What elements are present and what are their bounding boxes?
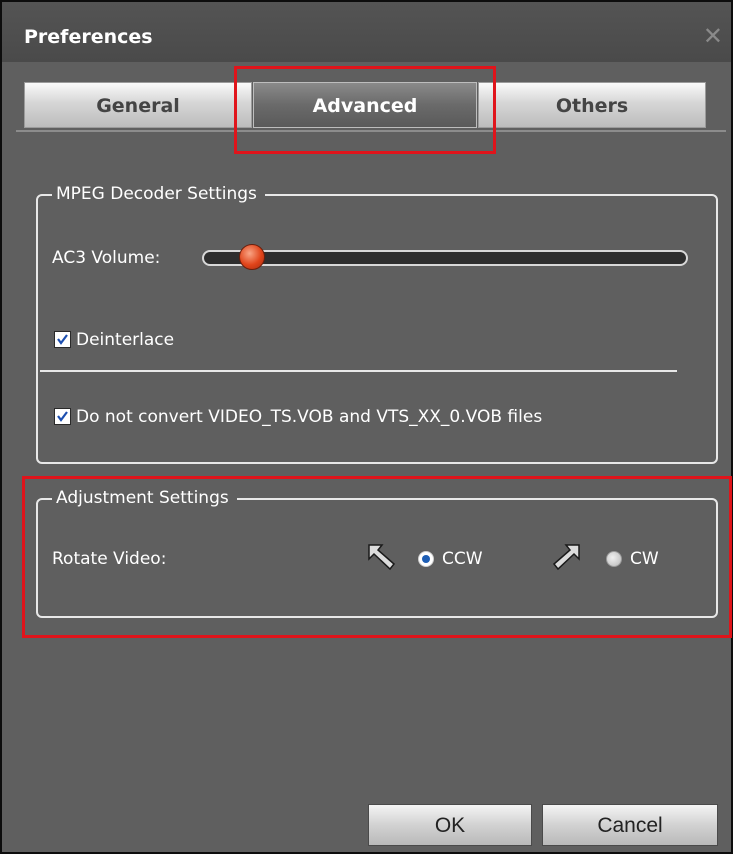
do-not-convert-checkbox[interactable] (54, 408, 71, 425)
cancel-button[interactable]: Cancel (542, 804, 718, 846)
mpeg-group-divider (40, 370, 677, 372)
rotate-video-label: Rotate Video: (52, 549, 167, 569)
do-not-convert-label: Do not convert VIDEO_TS.VOB and VTS_XX_0… (76, 407, 543, 427)
checkmark-icon (57, 411, 68, 422)
ok-button[interactable]: OK (368, 804, 532, 846)
ac3-volume-label: AC3 Volume: (52, 248, 161, 268)
title-bar[interactable]: Preferences ✕ (2, 2, 731, 62)
deinterlace-label: Deinterlace (76, 330, 175, 350)
cw-label: CW (630, 549, 659, 569)
rotate-cw-arrow-icon (552, 544, 580, 571)
cw-radio[interactable] (606, 551, 622, 567)
highlight-box-advanced-tab (234, 66, 496, 154)
deinterlace-checkbox[interactable] (54, 331, 71, 348)
ac3-volume-slider[interactable] (202, 250, 688, 266)
preferences-window: Preferences ✕ General Advanced Others MP… (0, 0, 733, 854)
tab-general[interactable]: General (24, 82, 252, 128)
rotate-ccw-arrow-icon (368, 544, 396, 571)
close-icon[interactable]: ✕ (703, 24, 723, 48)
ccw-label: CCW (442, 549, 483, 569)
mpeg-group-legend: MPEG Decoder Settings (52, 183, 265, 205)
window-title: Preferences (24, 26, 153, 48)
checkmark-icon (57, 334, 68, 345)
tab-others[interactable]: Others (478, 82, 706, 128)
ccw-radio[interactable] (418, 551, 434, 567)
ac3-volume-slider-handle[interactable] (238, 244, 265, 270)
